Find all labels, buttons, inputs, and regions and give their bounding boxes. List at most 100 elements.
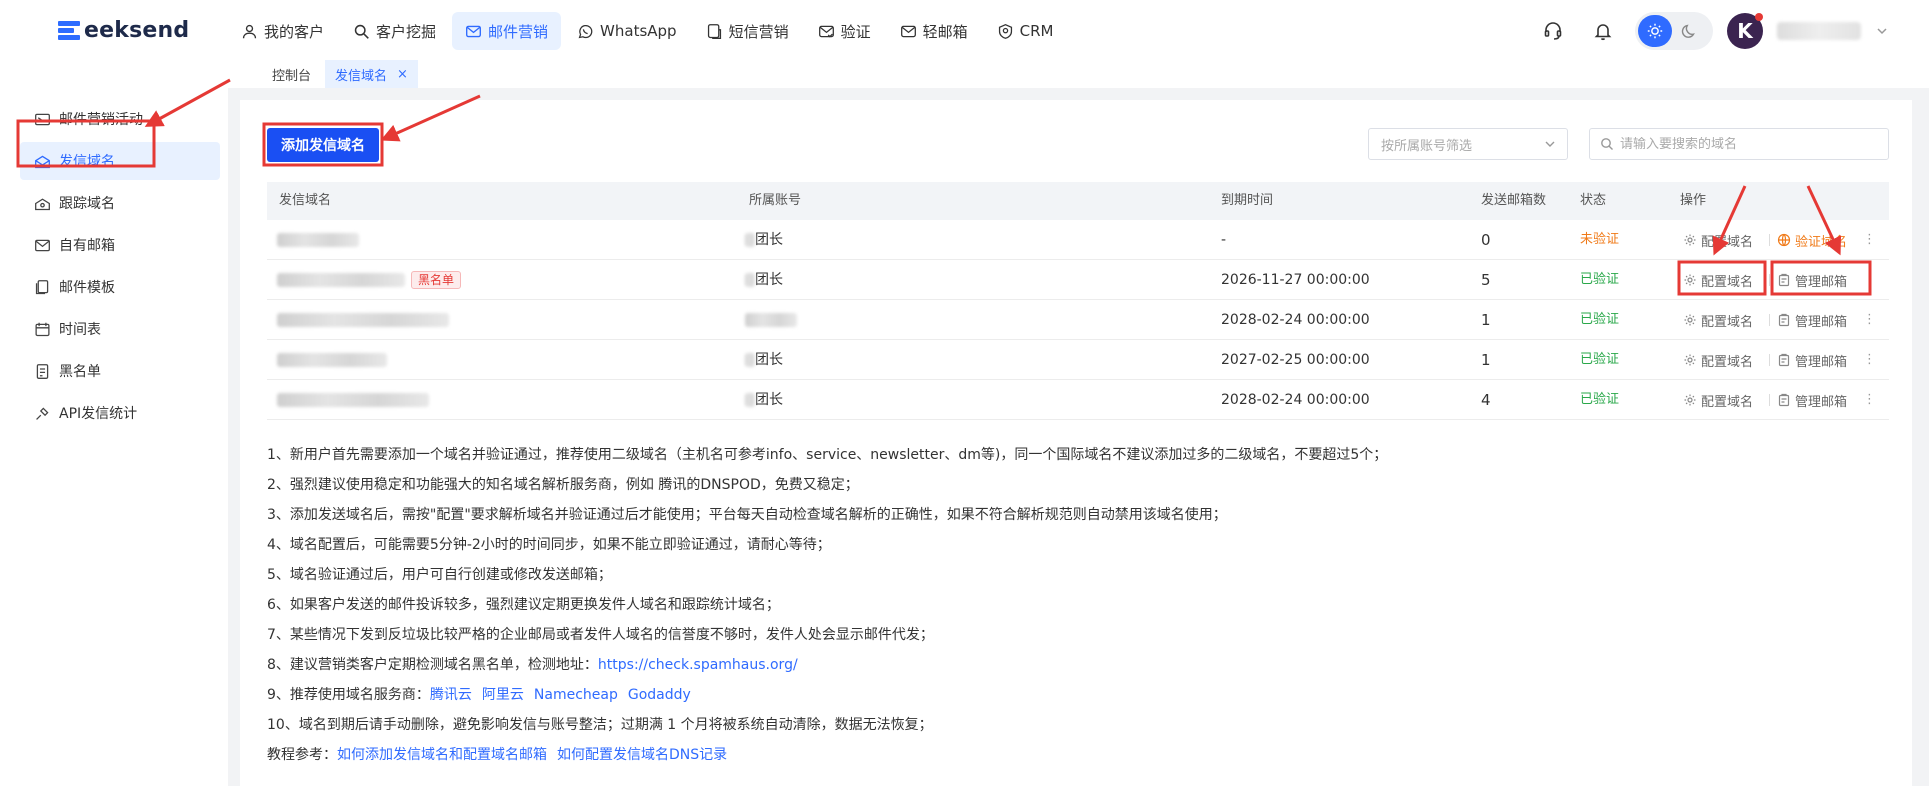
sidebar-item-api-stats[interactable]: API发信统计 bbox=[20, 394, 220, 432]
verify-icon bbox=[818, 25, 834, 38]
more-actions-icon[interactable]: ⋮ bbox=[1863, 260, 1876, 300]
nav-item-light-mailbox[interactable]: 轻邮箱 bbox=[887, 12, 981, 50]
tab-label: 发信域名 bbox=[335, 68, 388, 84]
provider-link-godaddy[interactable]: Godaddy bbox=[628, 687, 691, 703]
nav-item-sms-marketing[interactable]: 短信营销 bbox=[693, 12, 802, 50]
spamhaus-link[interactable]: https://check.spamhaus.org/ bbox=[598, 657, 798, 673]
theme-toggle[interactable] bbox=[1635, 12, 1713, 50]
action-divider bbox=[1769, 314, 1770, 326]
mailbox-count-cell: 1 bbox=[1481, 311, 1491, 329]
configure-domain-button[interactable]: 配置域名 bbox=[1683, 220, 1753, 260]
note-line: 教程参考：如何添加发信域名和配置域名邮箱 如何配置发信域名DNS记录 bbox=[267, 740, 1387, 770]
manage-mailbox-button[interactable]: 管理邮箱 bbox=[1777, 260, 1847, 300]
add-sending-domain-button[interactable]: 添加发信域名 bbox=[267, 128, 379, 162]
manage-mailbox-label: 管理邮箱 bbox=[1795, 394, 1848, 410]
nav-item-verify[interactable]: 验证 bbox=[805, 12, 884, 50]
nav-item-whatsapp[interactable]: WhatsApp bbox=[564, 12, 690, 50]
note-line: 9、推荐使用域名服务商：腾讯云 阿里云 Namecheap Godaddy bbox=[267, 680, 1387, 710]
sidebar-item-schedule[interactable]: 时间表 bbox=[20, 310, 220, 348]
account-cell: 团长 bbox=[745, 340, 783, 380]
globe-icon bbox=[1777, 233, 1791, 247]
mailbox-count-cell: 0 bbox=[1481, 231, 1491, 249]
manage-mailbox-button[interactable]: 管理邮箱 bbox=[1777, 300, 1847, 340]
action-divider bbox=[1769, 274, 1770, 286]
action-divider bbox=[1769, 394, 1770, 406]
gear-icon bbox=[1684, 234, 1696, 246]
tab-console[interactable]: 控制台 bbox=[262, 60, 321, 88]
track-icon bbox=[35, 197, 50, 210]
notification-button[interactable] bbox=[1585, 13, 1621, 49]
configure-domain-label: 配置域名 bbox=[1701, 314, 1754, 330]
more-actions-icon[interactable]: ⋮ bbox=[1863, 380, 1876, 420]
nav-item-my-customers[interactable]: 我的客户 bbox=[228, 12, 337, 50]
close-icon[interactable]: × bbox=[397, 67, 408, 82]
account-filter-select[interactable]: 按所属账号筛选 bbox=[1368, 128, 1568, 160]
tutorial-link-add-domain[interactable]: 如何添加发信域名和配置域名邮箱 bbox=[337, 747, 547, 763]
note-line: 7、某些情况下发到反垃圾比较严格的企业邮局或者发件人域名的信誉度不够时，发件人处… bbox=[267, 627, 934, 643]
gear-icon bbox=[1684, 314, 1696, 326]
configure-domain-button[interactable]: 配置域名 bbox=[1683, 380, 1753, 420]
whatsapp-icon bbox=[578, 24, 593, 38]
moon-icon bbox=[1681, 24, 1695, 38]
nav-label: 验证 bbox=[840, 22, 871, 41]
account-redacted bbox=[745, 313, 797, 327]
sidebar-item-sending-domain[interactable]: 发信域名 bbox=[20, 142, 220, 180]
domain-cell bbox=[277, 300, 449, 340]
domain-cell bbox=[277, 380, 429, 420]
note-line: 3、添加发送域名后，需按"配置"要求解析域名并验证通过后才能使用；平台每天自动检… bbox=[267, 507, 1227, 523]
nav-item-crm[interactable]: CRM bbox=[984, 12, 1067, 50]
domain-search-input[interactable] bbox=[1620, 136, 1880, 152]
sidebar-item-label: 时间表 bbox=[59, 322, 101, 338]
sidebar-item-tracking-domain[interactable]: 跟踪域名 bbox=[20, 184, 220, 222]
brand-logo[interactable]: eeksend bbox=[58, 16, 189, 44]
account-cell: 团长 bbox=[745, 380, 783, 420]
clipboard-icon bbox=[1778, 273, 1790, 287]
provider-link-namecheap[interactable]: Namecheap bbox=[534, 687, 618, 703]
support-headset-button[interactable] bbox=[1535, 13, 1571, 49]
page-tabs: 控制台 发信域名 × bbox=[262, 60, 418, 88]
sun-icon bbox=[1647, 23, 1663, 39]
tab-sending-domain[interactable]: 发信域名 × bbox=[325, 60, 418, 88]
domain-search-box[interactable] bbox=[1589, 128, 1889, 160]
column-header-domain: 发信域名 bbox=[279, 193, 332, 208]
top-navigation-bar: eeksend 我的客户 客户挖掘 邮件营销 WhatsApp 短信营销 验证 bbox=[0, 0, 1929, 60]
more-actions-icon[interactable]: ⋮ bbox=[1863, 220, 1876, 260]
nav-label: 客户挖掘 bbox=[376, 22, 437, 41]
note-line: 8、建议营销类客户定期检测域名黑名单，检测地址：https://check.sp… bbox=[267, 650, 1387, 680]
domain-cell bbox=[277, 220, 359, 260]
configure-domain-button[interactable]: 配置域名 bbox=[1683, 260, 1753, 300]
manage-mailbox-button[interactable]: 管理邮箱 bbox=[1777, 340, 1847, 380]
provider-link-aliyun[interactable]: 阿里云 bbox=[482, 687, 524, 703]
verify-domain-button[interactable]: 验证域名 bbox=[1777, 220, 1847, 260]
logo-text: eeksend bbox=[84, 17, 190, 43]
chevron-down-icon[interactable] bbox=[1875, 24, 1889, 38]
configure-domain-button[interactable]: 配置域名 bbox=[1683, 340, 1753, 380]
clipboard-icon bbox=[1778, 393, 1790, 407]
account-cell: 团长 bbox=[745, 220, 783, 260]
nav-item-customer-mining[interactable]: 客户挖掘 bbox=[340, 12, 449, 50]
main-nav: 我的客户 客户挖掘 邮件营销 WhatsApp 短信营销 验证 轻邮箱 CRM bbox=[228, 12, 1069, 50]
user-avatar[interactable]: K bbox=[1727, 13, 1763, 49]
logo-mark-icon bbox=[58, 19, 82, 41]
provider-link-tencent[interactable]: 腾讯云 bbox=[430, 687, 472, 703]
nav-item-email-marketing[interactable]: 邮件营销 bbox=[452, 12, 562, 50]
domain-cell: 黑名单 bbox=[277, 260, 462, 300]
tutorial-link-dns[interactable]: 如何配置发信域名DNS记录 bbox=[557, 747, 727, 763]
gear-icon bbox=[1684, 394, 1696, 406]
sidebar-item-email-campaigns[interactable]: 邮件营销活动 bbox=[20, 100, 220, 138]
sidebar-item-own-mailbox[interactable]: 自有邮箱 bbox=[20, 226, 220, 264]
column-header-account: 所属账号 bbox=[749, 193, 802, 208]
sidebar-item-email-templates[interactable]: 邮件模板 bbox=[20, 268, 220, 306]
note-line: 4、域名配置后，可能需要5分钟-2小时的时间同步，如果不能立即验证通过，请耐心等… bbox=[267, 537, 831, 553]
light-theme-button[interactable] bbox=[1638, 15, 1672, 47]
configure-domain-label: 配置域名 bbox=[1701, 394, 1754, 410]
user-name-redacted[interactable] bbox=[1777, 22, 1861, 40]
configure-domain-button[interactable]: 配置域名 bbox=[1683, 300, 1753, 340]
manage-mailbox-button[interactable]: 管理邮箱 bbox=[1777, 380, 1847, 420]
note-line: 10、域名到期后请手动删除，避免影响发信与账号整洁；过期满 1 个月将被系统自动… bbox=[267, 717, 933, 733]
more-actions-icon[interactable]: ⋮ bbox=[1863, 300, 1876, 340]
dark-theme-button[interactable] bbox=[1672, 15, 1706, 47]
more-actions-icon[interactable]: ⋮ bbox=[1863, 340, 1876, 380]
sidebar-item-blacklist[interactable]: 黑名单 bbox=[20, 352, 220, 390]
avatar-letter: K bbox=[1737, 19, 1753, 43]
